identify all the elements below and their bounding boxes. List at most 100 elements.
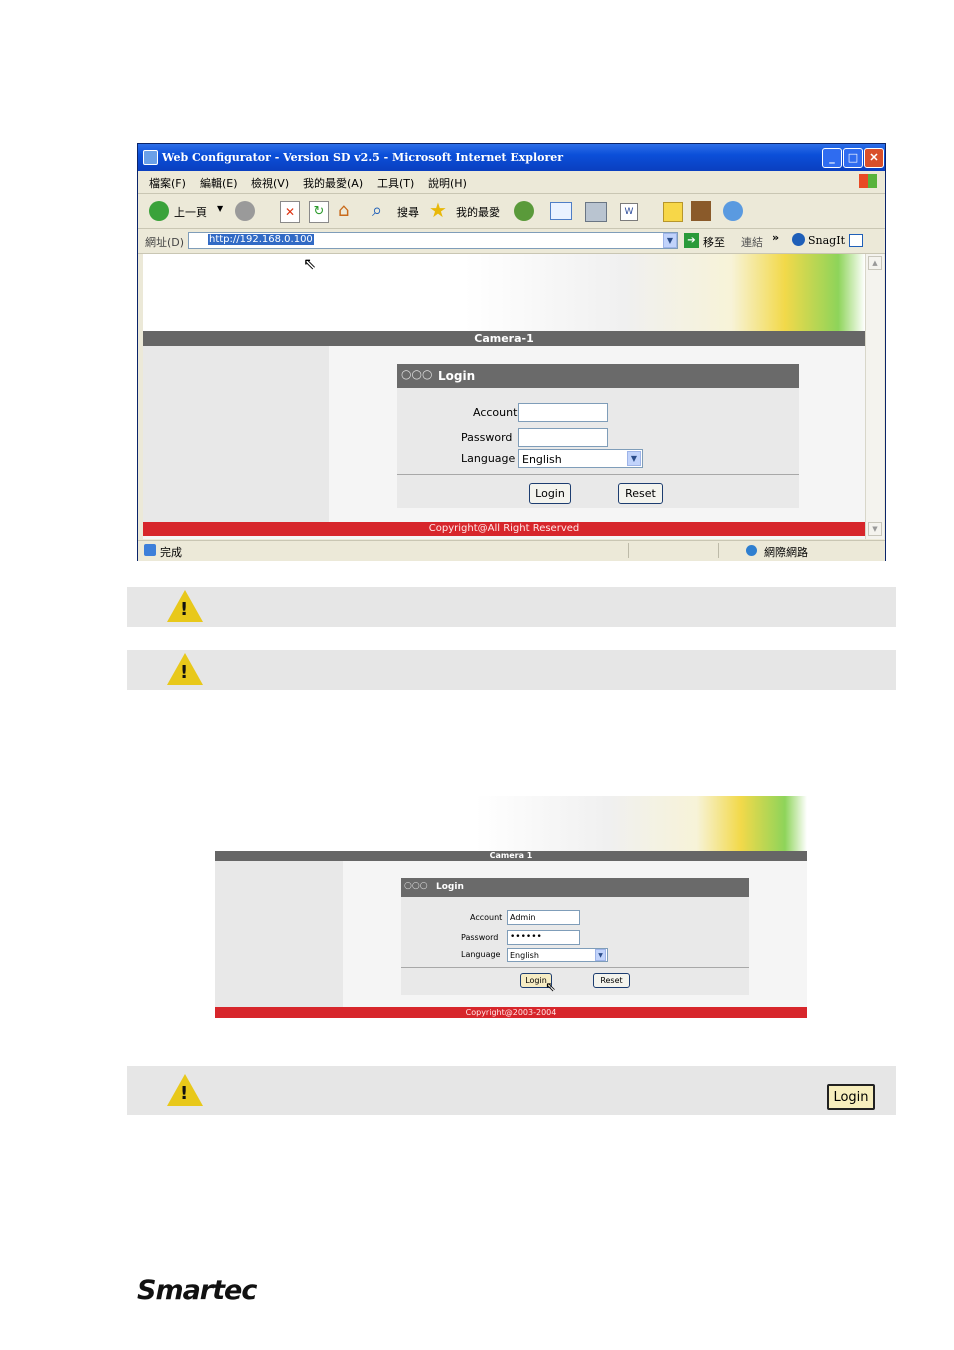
globe-icon (746, 545, 757, 556)
warning-exclamation: ! (180, 599, 189, 620)
account-input[interactable]: Admin (507, 910, 580, 925)
zone-text: 網際網路 (764, 546, 808, 559)
page-viewport: Camera-1 ○○○ Login Account Password Lang… (143, 254, 865, 539)
login-header: ○○○ Login (401, 878, 749, 897)
login-form: Account Password Language English ▼ Logi… (397, 388, 799, 508)
reset-button[interactable]: Reset (618, 483, 663, 504)
address-url: http://192.168.0.100 (208, 234, 314, 245)
left-panel (143, 346, 329, 522)
status-divider (718, 543, 719, 558)
password-label: Password (461, 431, 513, 444)
password-value: •••••• (510, 932, 542, 942)
scroll-down-icon[interactable]: ▼ (868, 522, 882, 536)
menu-file[interactable]: 檔案(F) (149, 175, 186, 191)
login-button[interactable]: Login (529, 483, 571, 504)
login-header: ○○○ Login (397, 364, 799, 388)
warning-exclamation: ! (180, 662, 189, 683)
favorites-star-icon[interactable]: ★ (429, 198, 447, 222)
language-select[interactable]: English ▼ (507, 948, 608, 962)
refresh-icon[interactable]: ↻ (309, 201, 329, 223)
language-label: Language (461, 950, 501, 959)
research-icon[interactable] (691, 201, 711, 221)
links-label[interactable]: 連結 (741, 234, 763, 250)
login-screenshot-filled: Camera 1 ○○○ Login Account Admin Passwor… (215, 796, 807, 1018)
minimize-button[interactable]: _ (822, 148, 842, 168)
menu-favorites[interactable]: 我的最愛(A) (303, 175, 363, 191)
address-label: 網址(D) (145, 236, 185, 249)
login-title: Login (438, 369, 476, 383)
messenger-icon[interactable] (723, 201, 743, 221)
address-dropdown-icon[interactable]: ▼ (663, 233, 677, 248)
status-bar: 完成 網際網路 (138, 540, 885, 561)
banner-graphic (330, 254, 865, 331)
mail-icon[interactable] (550, 202, 572, 220)
maximize-button[interactable]: □ (843, 148, 863, 168)
links-chevron[interactable]: » (772, 231, 779, 244)
go-arrow-icon[interactable]: ➔ (684, 233, 699, 248)
favorites-label[interactable]: 我的最愛 (456, 204, 500, 220)
snagit-label[interactable]: SnagIt (808, 234, 845, 247)
windows-flag-icon (859, 174, 877, 188)
menu-edit[interactable]: 編輯(E) (200, 175, 238, 191)
window-title: Web Configurator - Version SD v2.5 - Mic… (162, 151, 564, 164)
account-label: Account (473, 406, 518, 419)
back-dropdown-icon[interactable]: ▼ (217, 204, 223, 213)
menu-help[interactable]: 說明(H) (428, 175, 467, 191)
browser-window: Web Configurator - Version SD v2.5 - Mic… (137, 143, 886, 561)
status-text: 完成 (160, 546, 182, 559)
chain-icon: ○○○ (401, 367, 433, 381)
search-label[interactable]: 搜尋 (397, 204, 419, 220)
mouse-cursor-icon: ⇖ (303, 254, 317, 273)
password-input[interactable]: •••••• (507, 930, 580, 945)
address-input[interactable]: http://192.168.0.100 ▼ (188, 232, 678, 249)
copyright-bar: Copyright@All Right Reserved (143, 522, 865, 536)
title-bar: Web Configurator - Version SD v2.5 - Mic… (138, 144, 885, 171)
print-icon[interactable] (585, 202, 607, 222)
back-icon[interactable] (149, 201, 169, 221)
language-select[interactable]: English ▼ (518, 449, 643, 468)
camera-title-bar: Camera-1 (143, 331, 865, 346)
login-form: Account Admin Password •••••• Language E… (401, 897, 749, 995)
login-title: Login (436, 882, 464, 892)
go-label[interactable]: 移至 (703, 234, 725, 250)
language-dropdown-icon[interactable]: ▼ (627, 451, 641, 466)
banner-graphic (365, 796, 807, 851)
language-dropdown-icon[interactable]: ▼ (595, 949, 606, 961)
history-icon[interactable] (514, 201, 534, 221)
back-label[interactable]: 上一頁 (174, 204, 207, 220)
address-bar: 網址(D) http://192.168.0.100 ▼ ➔ 移至 連結 » S… (138, 229, 885, 254)
status-divider (628, 543, 629, 558)
password-input[interactable] (518, 428, 608, 447)
copyright-bar: Copyright@2003-2004 (215, 1007, 807, 1018)
account-label: Account (470, 913, 503, 922)
warning-exclamation: ! (180, 1083, 189, 1104)
home-icon[interactable]: ⌂ (338, 201, 358, 221)
form-divider (401, 967, 749, 968)
menu-tools[interactable]: 工具(T) (377, 175, 414, 191)
chain-icon: ○○○ (404, 881, 428, 891)
ie-icon (143, 150, 158, 165)
page-icon (144, 544, 156, 556)
reset-button[interactable]: Reset (593, 973, 630, 988)
account-value: Admin (510, 913, 536, 922)
menu-bar: 檔案(F) 編輯(E) 檢視(V) 我的最愛(A) 工具(T) 說明(H) (138, 171, 885, 194)
language-value: English (510, 951, 539, 960)
edit-icon[interactable]: W (620, 203, 638, 221)
menu-view[interactable]: 檢視(V) (251, 175, 289, 191)
language-label: Language (461, 452, 516, 465)
language-value: English (522, 453, 562, 466)
vertical-scrollbar[interactable]: ▲ ▼ (865, 254, 884, 539)
warning-note-bar: ! (127, 650, 896, 690)
warning-note-bar: ! Login (127, 1066, 896, 1115)
scroll-up-icon[interactable]: ▲ (868, 256, 882, 270)
snagit-icon[interactable] (792, 233, 805, 246)
stop-icon[interactable]: ✕ (280, 201, 300, 223)
capture-icon[interactable] (849, 234, 863, 247)
account-input[interactable] (518, 403, 608, 422)
warning-note-bar: ! (127, 587, 896, 627)
close-button[interactable]: ✕ (864, 148, 884, 168)
search-icon[interactable]: ⌕ (372, 200, 382, 221)
forward-icon[interactable] (235, 201, 255, 221)
form-divider (397, 474, 799, 475)
discuss-icon[interactable] (663, 202, 683, 222)
